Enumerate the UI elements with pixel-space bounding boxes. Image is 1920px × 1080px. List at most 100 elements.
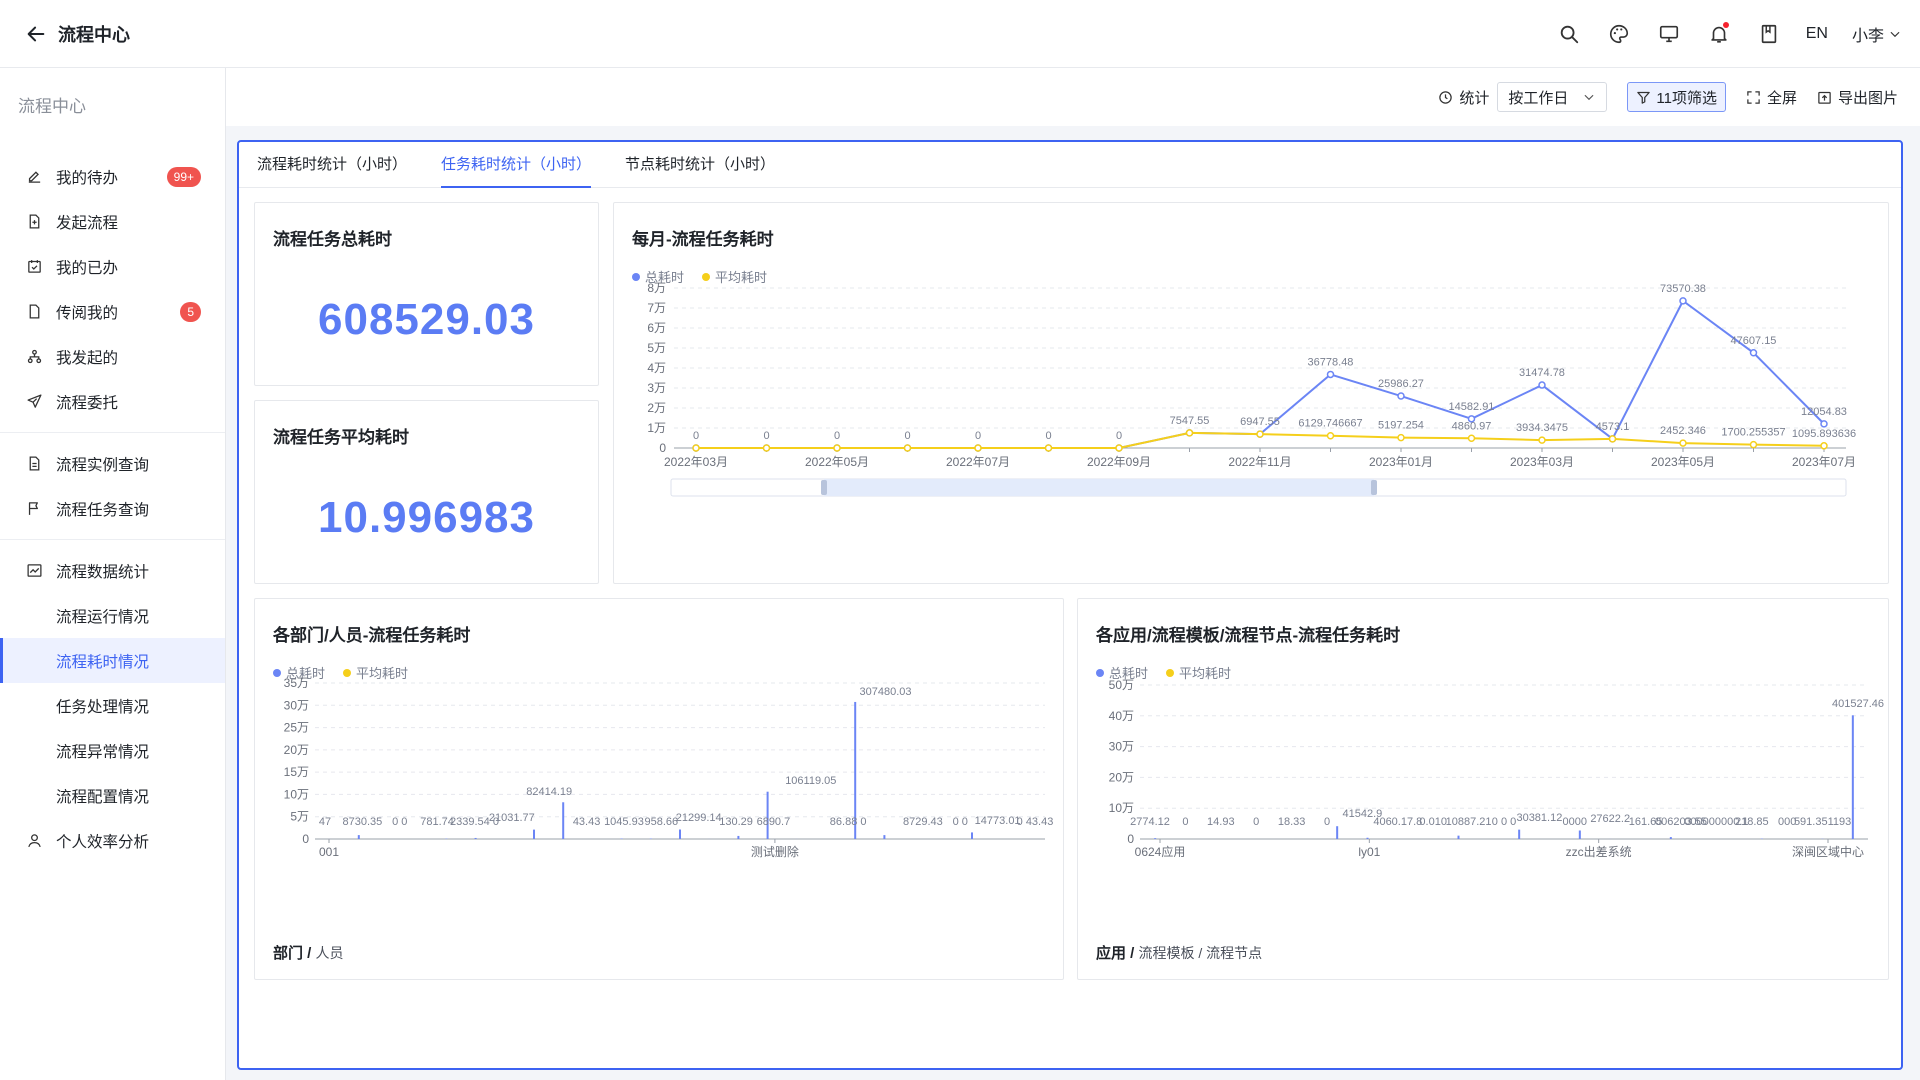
user-menu[interactable]: 小李 (1852, 22, 1902, 46)
tab-node-time[interactable]: 节点耗时统计（小时） (625, 142, 775, 187)
data-label: 958.66 (644, 816, 678, 828)
filter-button[interactable]: 11项筛选 (1627, 82, 1726, 112)
zoom-slider-handle-left (821, 480, 827, 495)
flow-icon (27, 349, 42, 364)
data-point (1044, 444, 1053, 452)
chevron-down-icon (1584, 94, 1594, 101)
sidebar-item-todo[interactable]: 我的待办 99+ (0, 154, 225, 199)
fullscreen-button[interactable]: 全屏 (1746, 87, 1797, 108)
sidebar-item-exceptions[interactable]: 流程异常情况 (0, 728, 225, 773)
bar (1336, 826, 1339, 839)
data-label: 30381.12 (1516, 812, 1562, 824)
data-label: 82414.19 (526, 786, 572, 798)
sidebar-item-data-stats[interactable]: 流程数据统计 (0, 548, 225, 593)
data-point (1608, 435, 1617, 443)
y-tick-label: 50万 (1109, 678, 1134, 692)
user-icon (28, 834, 41, 848)
clock-icon (1439, 90, 1453, 104)
x-tick-label: 2023年05月 (1651, 455, 1715, 469)
y-tick-label: 0 (659, 441, 666, 455)
sidebar-item-task-handling[interactable]: 任务处理情况 (0, 683, 225, 728)
footer-sub: 人员 (315, 945, 344, 961)
sidebar-item-task-query[interactable]: 流程任务查询 (0, 486, 225, 531)
y-tick-label: 4万 (647, 361, 666, 375)
data-label: 6890.7 (757, 816, 791, 828)
sidebar-item-time-cost[interactable]: 流程耗时情况 (0, 638, 225, 683)
top-bar: 流程中心 EN 小李 (0, 0, 1920, 68)
sidebar-item-run-status[interactable]: 流程运行情况 (0, 593, 225, 638)
bar (533, 829, 535, 839)
sidebar-item-done[interactable]: 我的已办 (0, 244, 225, 289)
bar (1578, 830, 1581, 839)
y-tick-label: 10万 (1109, 801, 1134, 815)
x-tick-label: 2023年03月 (1510, 455, 1574, 469)
sidebar-item-label: 流程委托 (56, 394, 119, 412)
bell-icon[interactable] (1706, 21, 1732, 47)
x-tick-label: 2022年05月 (805, 455, 869, 469)
app-bar-chart: 010万20万30万40万50万2774.12 0 14.93 0 18.33 04154… (1109, 678, 1884, 859)
monthly-line-chart: 0 1万 2万 3万 4万 5万 6万 7万 8万 2022年03月 2022年05月 2022年07… (647, 281, 1856, 497)
data-label: 4860.97 (1452, 420, 1492, 432)
tab-process-time[interactable]: 流程耗时统计（小时） (257, 142, 407, 187)
monitor-icon[interactable] (1656, 21, 1682, 47)
x-tick-label: 2022年11月 (1228, 455, 1291, 469)
sidebar-item-config[interactable]: 流程配置情况 (0, 773, 225, 818)
export-icon (1818, 91, 1831, 104)
zoom-slider-window (824, 479, 1374, 496)
sidebar-item-delegate[interactable]: 流程委托 (0, 379, 225, 424)
data-label: 21299.14 (676, 812, 722, 824)
x-tick-label: 测试删除 (751, 844, 799, 859)
monthly-chart-card: 每月-流程任务耗时 总耗时 平均耗时 0 1万 2万 3万 4万 5万 6万 7万 8万 2022… (613, 202, 1889, 584)
workday-select[interactable]: 按工作日 (1497, 82, 1608, 112)
back-arrow-icon[interactable] (24, 22, 48, 46)
data-point (1397, 433, 1405, 442)
data-label: 4573.1 (1596, 421, 1630, 433)
sidebar-item-label: 流程数据统计 (56, 563, 150, 581)
document-icon (29, 304, 40, 319)
sidebar-group-query: 流程实例查询 流程任务查询 (0, 433, 225, 540)
y-tick-label: 1万 (647, 421, 666, 435)
data-point (692, 444, 700, 452)
data-label: 2452.346 (1660, 425, 1706, 437)
data-label: 130.29 (719, 816, 753, 828)
sidebar-item-personal-efficiency[interactable]: 个人效率分析 (0, 818, 225, 863)
sidebar-item-circulated[interactable]: 传阅我的 5 (0, 289, 225, 334)
filter-icon (1637, 91, 1651, 104)
y-tick-label: 2万 (647, 401, 666, 415)
data-point (1679, 297, 1687, 305)
language-switch[interactable]: EN (1806, 25, 1828, 43)
sidebar-item-initiated[interactable]: 我发起的 (0, 334, 225, 379)
edit-icon (28, 171, 41, 183)
palette-icon[interactable] (1606, 21, 1632, 47)
search-icon[interactable] (1556, 21, 1582, 47)
footer-bold: 部门 / (273, 945, 312, 962)
data-label: 307480.03 (860, 686, 912, 698)
sidebar-item-label: 发起流程 (56, 214, 119, 232)
sidebar-item-start-process[interactable]: 发起流程 (0, 199, 225, 244)
bar (1366, 837, 1369, 839)
chevron-down-icon (1890, 31, 1900, 38)
file-text-icon (29, 456, 40, 471)
app-title: 流程中心 (58, 24, 130, 45)
bar (1457, 835, 1460, 839)
y-tick-label: 25万 (284, 721, 309, 735)
data-label: 47607.15 (1731, 335, 1777, 347)
kpi-total-card: 流程任务总耗时 608529.03 (254, 202, 599, 386)
data-label: 0 (1182, 816, 1188, 828)
sidebar-item-label: 我的已办 (56, 259, 119, 277)
data-label: 10887.21 (1446, 816, 1492, 828)
data-label: 401527.46 (1832, 698, 1884, 710)
sidebar-item-instance-query[interactable]: 流程实例查询 (0, 441, 225, 486)
bookmark-icon[interactable] (1756, 21, 1782, 47)
y-tick-label: 20万 (1109, 770, 1134, 784)
footer-bold: 应用 / (1096, 945, 1135, 962)
toolbar: 统计 按工作日 11项筛选 全屏 导出图片 (226, 68, 1920, 126)
data-label: 0 (975, 430, 981, 442)
stat-label: 统计 (1438, 87, 1489, 108)
fullscreen-label: 全屏 (1766, 89, 1797, 107)
bar (357, 835, 360, 839)
tab-task-time[interactable]: 任务耗时统计（小时） (441, 142, 592, 188)
data-point (1679, 439, 1687, 447)
export-image-button[interactable]: 导出图片 (1817, 87, 1898, 108)
data-point (1397, 392, 1405, 400)
